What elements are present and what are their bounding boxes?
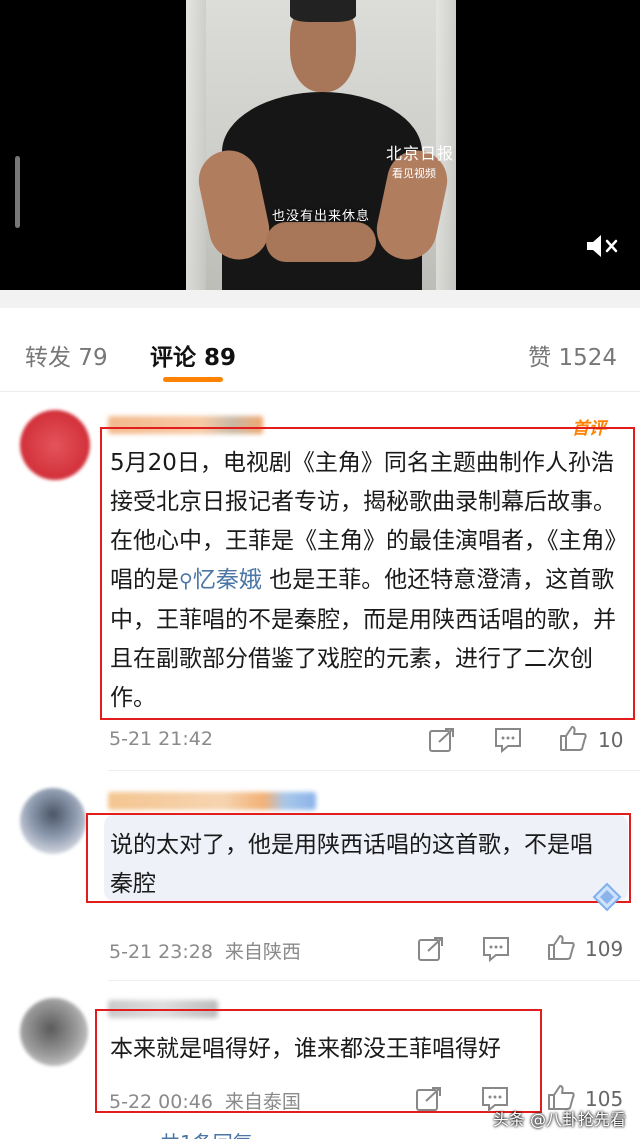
view-replies-link[interactable]: 共1条回复 (160, 1127, 253, 1139)
like-icon[interactable] (546, 933, 576, 961)
like-icon[interactable] (558, 724, 588, 752)
username-blurred[interactable] (108, 792, 316, 810)
section-gap (0, 290, 640, 308)
video-subtitle: 也没有出来休息 (271, 209, 370, 224)
avatar[interactable] (20, 788, 86, 854)
comment-icon[interactable] (481, 935, 511, 963)
comment-time: 5-21 23:28 来自陕西 (109, 941, 301, 963)
mute-icon[interactable] (584, 231, 620, 261)
avatar[interactable] (20, 998, 88, 1066)
active-tab-indicator (163, 377, 223, 382)
comment-location: 来自陕西 (224, 941, 301, 963)
tab-bar: 转发 79 评论 89 赞 1524 (0, 308, 640, 392)
comment-location: 来自泰国 (224, 1091, 301, 1113)
comment-time: 5-21 21:42 (109, 728, 213, 750)
tab-like[interactable]: 赞 1524 (528, 338, 617, 372)
highlight-box (100, 427, 635, 720)
divider (108, 980, 640, 981)
tab-repost[interactable]: 转发 79 (25, 338, 108, 372)
tab-comment[interactable]: 评论 89 (150, 338, 236, 372)
comment-time: 5-22 00:46 来自泰国 (109, 1091, 301, 1113)
share-icon[interactable] (427, 726, 457, 754)
share-icon[interactable] (416, 935, 446, 963)
comment-icon[interactable] (493, 726, 523, 754)
like-count: 109 (585, 937, 624, 961)
video-watermark: 北京日报 (386, 144, 455, 163)
highlight-box (86, 813, 631, 903)
divider (108, 770, 640, 771)
avatar[interactable] (20, 410, 90, 480)
video-frame: 北京日报 看见视频 也没有出来休息 (186, 0, 456, 290)
diamond-badge-icon (592, 882, 622, 912)
share-icon[interactable] (414, 1085, 444, 1113)
video-player[interactable]: 北京日报 看见视频 也没有出来休息 (0, 0, 640, 290)
video-progress-handle[interactable] (15, 156, 20, 228)
video-watermark-sub: 看见视频 (392, 167, 436, 180)
footer-watermark: 头条 @八卦抢先看 (492, 1110, 626, 1129)
like-count: 10 (598, 728, 624, 752)
